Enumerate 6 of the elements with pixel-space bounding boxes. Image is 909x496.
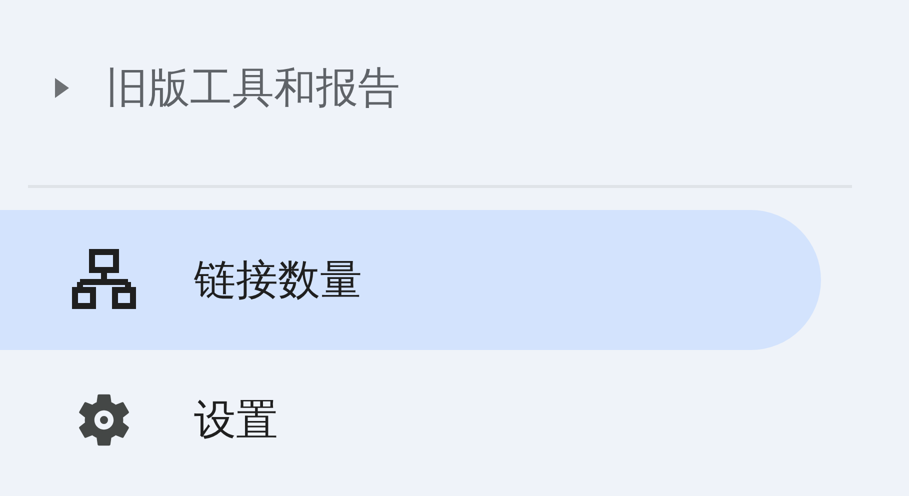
nav-label: 设置 [194,394,278,446]
nav-item[interactable]: 设置 [0,350,821,490]
section-label[interactable]: 旧版工具和报告 [106,60,400,116]
nav-item[interactable]: 链接数量 [0,210,821,350]
sitemap-icon [72,248,136,312]
nav-label: 链接数量 [194,254,362,306]
